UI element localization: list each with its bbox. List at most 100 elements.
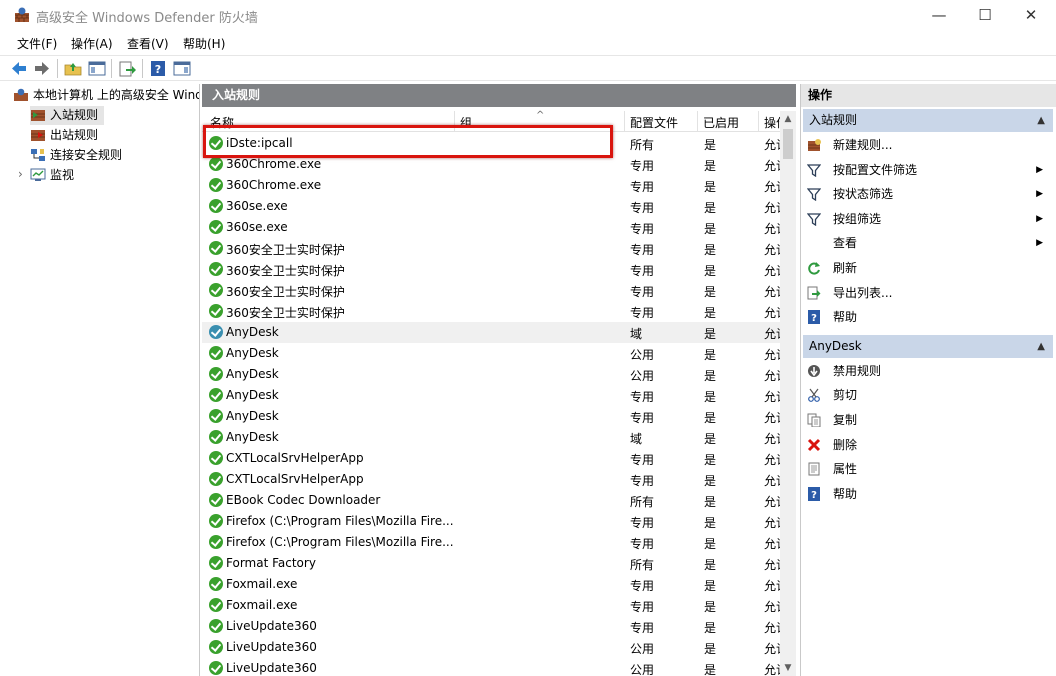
- rule-action: 允许: [764, 474, 780, 488]
- show-hide-action-pane-icon[interactable]: [172, 59, 192, 78]
- action-item[interactable]: 导出列表...: [807, 282, 1047, 304]
- action-item[interactable]: 新建规则...: [807, 134, 1047, 156]
- table-row[interactable]: AnyDesk 域 是 允许: [202, 427, 780, 448]
- rule-enabled: 是: [704, 516, 717, 530]
- submenu-arrow-icon: ▶: [1036, 213, 1043, 224]
- help-icon[interactable]: ?: [148, 59, 168, 78]
- rule-enabled-check-icon: [209, 388, 223, 402]
- rule-profile: 所有: [630, 495, 655, 509]
- column-header-name[interactable]: 名称: [210, 114, 234, 131]
- action-item[interactable]: 属性: [807, 458, 1047, 480]
- rule-name: AnyDesk: [226, 346, 279, 360]
- toolbar: ?: [0, 55, 1056, 81]
- scroll-up-icon[interactable]: ▲: [780, 111, 796, 127]
- menu-help[interactable]: 帮助(H): [183, 35, 225, 52]
- console-tree: 本地计算机 上的高级安全 Windows 入站规则 出站规则: [0, 84, 200, 676]
- rule-enabled-check-icon: [209, 493, 223, 507]
- table-row[interactable]: AnyDesk 域 是 允许: [202, 322, 780, 343]
- scroll-down-icon[interactable]: ▼: [780, 660, 796, 676]
- action-item[interactable]: 剪切: [807, 384, 1047, 406]
- forward-icon[interactable]: [32, 59, 52, 78]
- scroll-thumb[interactable]: [783, 129, 793, 159]
- menu-action[interactable]: 操作(A): [71, 35, 113, 52]
- actions-section-header[interactable]: 入站规则 ▲: [803, 109, 1053, 132]
- tree-item-outbound-rules[interactable]: 出站规则: [30, 126, 150, 145]
- action-item[interactable]: 刷新: [807, 257, 1047, 279]
- collapse-icon[interactable]: ▲: [1037, 109, 1045, 132]
- vertical-scrollbar[interactable]: ▲ ▼: [780, 111, 796, 676]
- action-item[interactable]: 按配置文件筛选 ▶: [807, 159, 1047, 181]
- rule-name: AnyDesk: [226, 367, 279, 381]
- close-button[interactable]: ✕: [1008, 0, 1054, 31]
- menu-file[interactable]: 文件(F): [17, 35, 57, 52]
- action-item[interactable]: ? 帮助: [807, 483, 1047, 505]
- column-divider[interactable]: [758, 111, 759, 132]
- table-row[interactable]: CXTLocalSrvHelperApp 专用 是 允许: [202, 448, 780, 469]
- rule-enabled-check-icon: [209, 556, 223, 570]
- table-row[interactable]: 360Chrome.exe 专用 是 允许: [202, 154, 780, 175]
- action-item[interactable]: ? 帮助: [807, 306, 1047, 328]
- table-row[interactable]: Format Factory 所有 是 允许: [202, 553, 780, 574]
- rule-name: 360Chrome.exe: [226, 157, 322, 171]
- minimize-button[interactable]: —: [916, 0, 962, 31]
- table-row[interactable]: AnyDesk 公用 是 允许: [202, 364, 780, 385]
- table-row[interactable]: 360se.exe 专用 是 允许: [202, 196, 780, 217]
- table-row[interactable]: EBook Codec Downloader 所有 是 允许: [202, 490, 780, 511]
- action-item[interactable]: 复制: [807, 409, 1047, 431]
- table-row[interactable]: iDste:ipcall 所有 是 允许: [202, 133, 780, 154]
- action-item[interactable]: 查看 ▶: [807, 232, 1047, 254]
- expand-chevron-icon[interactable]: ›: [18, 167, 23, 181]
- back-icon[interactable]: [9, 59, 29, 78]
- action-item[interactable]: 删除: [807, 434, 1047, 456]
- tree-item-monitoring[interactable]: 监视: [30, 166, 150, 185]
- table-row[interactable]: Firefox (C:\Program Files\Mozilla Fire..…: [202, 532, 780, 553]
- tree-item-inbound-rules[interactable]: 入站规则: [30, 106, 104, 125]
- table-row[interactable]: AnyDesk 专用 是 允许: [202, 406, 780, 427]
- rule-enabled: 是: [704, 264, 717, 278]
- table-row[interactable]: CXTLocalSrvHelperApp 专用 是 允许: [202, 469, 780, 490]
- table-row[interactable]: 360安全卫士实时保护 专用 是 允许: [202, 280, 780, 301]
- table-row[interactable]: Firefox (C:\Program Files\Mozilla Fire..…: [202, 511, 780, 532]
- export-list-icon[interactable]: [117, 59, 137, 78]
- tree-item-connection-security-rules[interactable]: 连接安全规则: [30, 146, 170, 165]
- rule-profile: 专用: [630, 390, 655, 404]
- maximize-button[interactable]: ☐: [962, 0, 1008, 31]
- firewall-window: 高级安全 Windows Defender 防火墙 — ☐ ✕ 文件(F) 操作…: [0, 0, 1056, 676]
- show-hide-tree-icon[interactable]: [87, 59, 107, 78]
- rule-profile: 专用: [630, 222, 655, 236]
- table-row[interactable]: 360安全卫士实时保护 专用 是 允许: [202, 238, 780, 259]
- action-item[interactable]: 按组筛选 ▶: [807, 208, 1047, 230]
- rules-list: iDste:ipcall所有是允许360Chrome.exe专用是允许360Ch…: [202, 133, 780, 676]
- column-header-profile[interactable]: 配置文件: [630, 114, 678, 131]
- tree-root[interactable]: 本地计算机 上的高级安全 Windows: [13, 86, 199, 105]
- table-row[interactable]: Foxmail.exe 专用 是 允许: [202, 574, 780, 595]
- table-row[interactable]: AnyDesk 公用 是 允许: [202, 343, 780, 364]
- up-folder-icon[interactable]: [63, 59, 83, 78]
- collapse-icon[interactable]: ▲: [1037, 335, 1045, 358]
- export-icon: [807, 286, 821, 300]
- table-row[interactable]: 360se.exe 专用 是 允许: [202, 217, 780, 238]
- table-row[interactable]: LiveUpdate360 公用 是 允许: [202, 658, 780, 676]
- table-row[interactable]: LiveUpdate360 公用 是 允许: [202, 637, 780, 658]
- column-header-enabled[interactable]: 已启用: [703, 114, 739, 131]
- table-row[interactable]: 360安全卫士实时保护 专用 是 允许: [202, 301, 780, 322]
- table-row[interactable]: Foxmail.exe 专用 是 允许: [202, 595, 780, 616]
- column-divider[interactable]: [697, 111, 698, 132]
- rule-enabled-check-icon: [209, 220, 223, 234]
- column-divider[interactable]: [624, 111, 625, 132]
- action-item[interactable]: 按状态筛选 ▶: [807, 183, 1047, 205]
- action-item[interactable]: 禁用规则: [807, 360, 1047, 382]
- firewall-app-icon: [15, 7, 29, 22]
- column-header-action[interactable]: 操作: [764, 114, 780, 131]
- menu-view[interactable]: 查看(V): [127, 35, 169, 52]
- table-row[interactable]: 360Chrome.exe 专用 是 允许: [202, 175, 780, 196]
- column-divider[interactable]: [454, 111, 455, 132]
- rule-name: Format Factory: [226, 556, 316, 570]
- rule-name: AnyDesk: [226, 409, 279, 423]
- table-row[interactable]: 360安全卫士实时保护 专用 是 允许: [202, 259, 780, 280]
- actions-section-header[interactable]: AnyDesk ▲: [803, 334, 1053, 358]
- rule-profile: 专用: [630, 621, 655, 635]
- column-header-group[interactable]: 组: [460, 114, 472, 131]
- table-row[interactable]: LiveUpdate360 专用 是 允许: [202, 616, 780, 637]
- table-row[interactable]: AnyDesk 专用 是 允许: [202, 385, 780, 406]
